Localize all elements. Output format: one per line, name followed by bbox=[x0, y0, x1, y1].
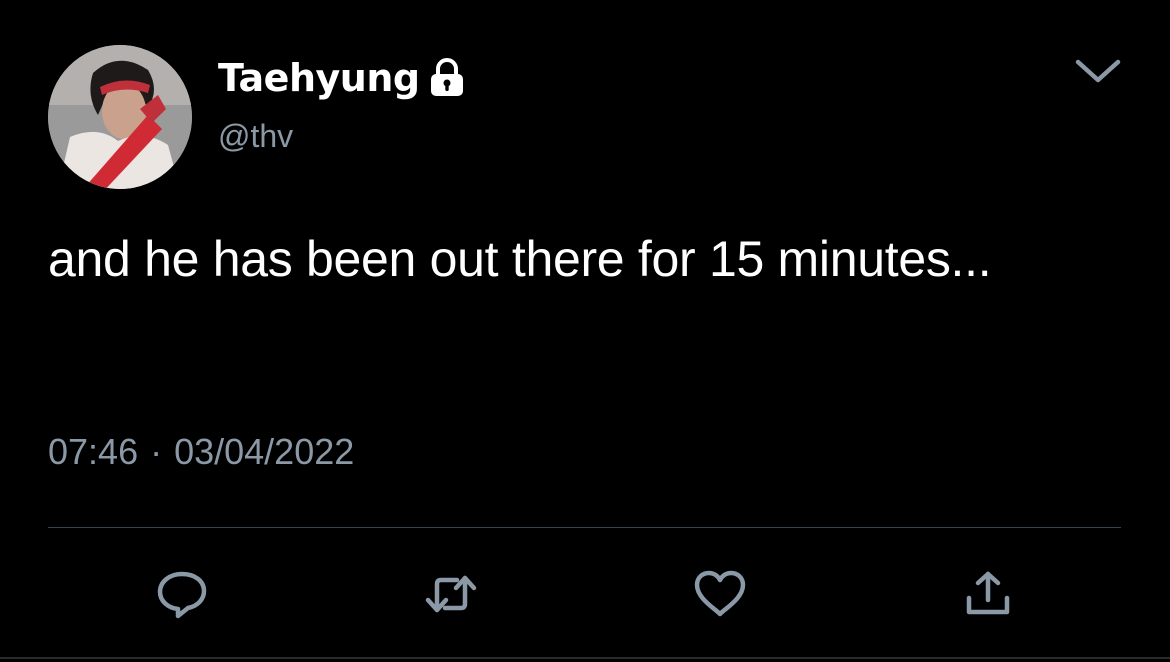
lock-icon bbox=[428, 58, 466, 98]
share-button[interactable] bbox=[960, 568, 1016, 620]
meta-separator: · bbox=[150, 431, 163, 472]
chevron-down-icon[interactable] bbox=[1072, 54, 1124, 86]
retweet-button[interactable] bbox=[423, 568, 479, 620]
tweet-time[interactable]: 07:46 bbox=[48, 430, 138, 474]
tweet-date[interactable]: 03/04/2022 bbox=[174, 430, 354, 474]
share-icon bbox=[960, 568, 1016, 620]
like-button[interactable] bbox=[692, 568, 748, 620]
tweet-text: and he has been out there for 15 minutes… bbox=[48, 231, 992, 287]
display-name-row: Taehyung bbox=[218, 52, 466, 104]
handle[interactable]: @thv bbox=[218, 116, 293, 156]
retweet-icon bbox=[423, 568, 479, 620]
tweet-meta: 07:46 · 03/04/2022 bbox=[48, 430, 354, 474]
tweet: Taehyung @thv and he has been out there … bbox=[0, 0, 1170, 662]
bottom-divider bbox=[0, 657, 1170, 659]
divider bbox=[48, 527, 1121, 528]
reply-button[interactable] bbox=[154, 568, 210, 620]
reply-icon bbox=[154, 568, 210, 620]
heart-icon bbox=[692, 568, 748, 620]
display-name[interactable]: Taehyung bbox=[218, 52, 420, 104]
avatar[interactable] bbox=[48, 45, 192, 189]
